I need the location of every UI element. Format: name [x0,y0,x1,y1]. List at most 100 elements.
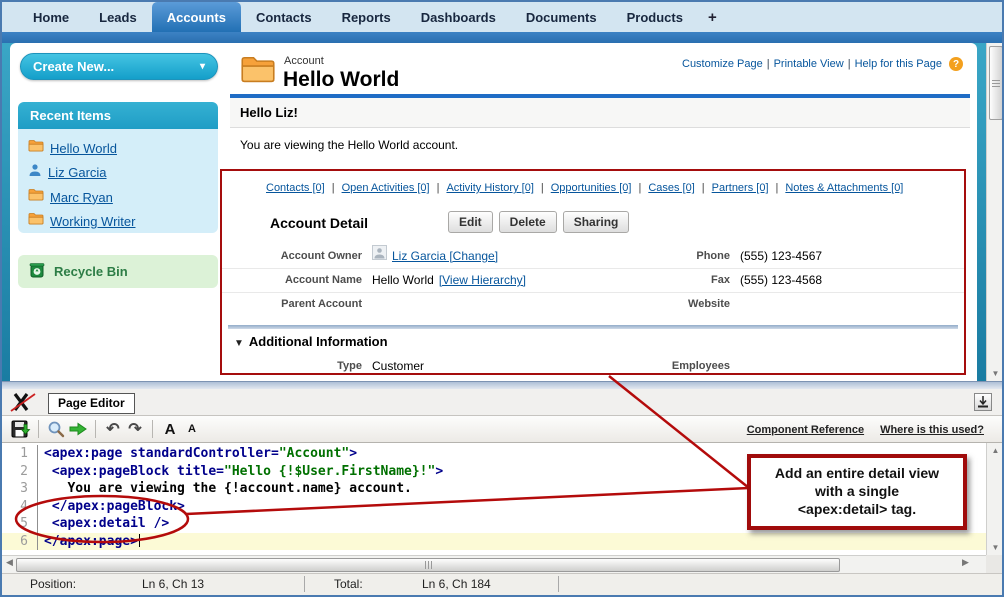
code-text: </apex:page> [38,533,140,551]
field-label: Type [232,355,362,378]
code-text: You are viewing the {!account.name} acco… [38,480,412,498]
font-decrease-icon-glyph: A [188,423,196,435]
status-position-label: Position: [30,577,76,591]
code-segment: </apex:pageBlock> [44,499,185,514]
scroll-down-icon[interactable]: ▼ [987,543,1004,552]
download-arrow-icon [976,395,990,409]
code-segment: <apex:detail /> [44,516,169,531]
recent-item[interactable]: Hello World [18,136,218,160]
field-label: Website [620,293,730,316]
detail-row: Account NameHello World [View Hierarchy]… [222,269,964,293]
line-number: 3 [2,480,38,498]
tab-page-editor[interactable]: Page Editor [48,393,135,414]
code-text: <apex:pageBlock title="Hello {!$User.Fir… [38,463,443,481]
redo-icon[interactable]: ↷ [124,418,146,440]
tab-leads[interactable]: Leads [84,2,152,32]
font-increase-icon-glyph: A [165,421,176,438]
page-scrollbar[interactable]: ▼ [986,43,1004,381]
collapse-editor-button[interactable] [974,393,992,411]
create-new-button[interactable]: Create New... ▾ [20,53,218,80]
additional-information-title: Additional Information [249,334,388,349]
annotation-callout: Add an entire detail view with a single … [747,454,967,530]
editor-toolbar: ↶↷ AA Component Reference Where is this us… [2,416,1002,443]
additional-information-toggle[interactable]: ▼Additional Information [234,334,388,349]
line-number: 2 [2,463,38,481]
recycle-bin-button[interactable]: Recycle Bin [18,255,218,288]
separator: | [767,58,770,70]
scroll-down-icon[interactable]: ▼ [987,369,1004,378]
related-list-link[interactable]: Cases [0] [648,182,694,194]
editor-vertical-scrollbar[interactable]: ▲ ▼ [986,443,1004,555]
separator: | [702,182,705,194]
tab-documents[interactable]: Documents [511,2,612,32]
field-value [740,355,964,378]
font-increase-icon[interactable]: A [159,418,181,440]
field-link[interactable]: [View Hierarchy] [439,269,526,292]
editor-splitter[interactable] [2,381,1002,389]
go-icon[interactable] [67,418,89,440]
font-decrease-icon[interactable]: A [181,418,203,440]
tab-reports[interactable]: Reports [327,2,406,32]
related-list-link[interactable]: Partners [0] [712,182,769,194]
edit-button[interactable]: Edit [448,211,493,233]
save-icon[interactable] [10,418,32,440]
page-scrollbar-thumb[interactable] [989,46,1003,120]
scroll-left-icon[interactable]: ◀ [6,557,13,568]
header-link[interactable]: Printable View [774,58,844,70]
code-text: <apex:detail /> [38,515,169,533]
delete-button[interactable]: Delete [499,211,557,233]
related-list-links: Contacts [0] | Open Activities [0] | Activit… [266,182,903,194]
tab-dashboards[interactable]: Dashboards [406,2,511,32]
editor-toolbar-links: Component Reference Where is this used? [747,416,984,443]
tab-accounts[interactable]: Accounts [152,2,241,32]
detail-buttons: Edit Delete Sharing [448,211,629,233]
status-total-value: Ln 6, Ch 184 [422,577,491,591]
add-tab-button[interactable]: + [698,2,727,32]
code-segment: > [349,446,357,461]
field-label: Phone [620,245,730,268]
app-window: HomeLeadsAccountsContactsReportsDashboar… [0,0,1004,597]
recycle-bin-icon [28,261,46,282]
field-value [740,293,964,316]
toolbar-separator [95,420,96,438]
editor-horizontal-scrollbar[interactable]: ◀ ▶ [2,555,986,573]
additional-field-rows: TypeCustomerEmployees [222,355,964,378]
recent-item[interactable]: Marc Ryan [18,185,218,209]
detail-row: TypeCustomerEmployees [222,355,964,378]
related-list-link[interactable]: Notes & Attachments [0] [785,182,903,194]
related-list-link[interactable]: Contacts [0] [266,182,325,194]
tab-home[interactable]: Home [18,2,84,32]
brand-bar [2,32,1002,43]
header-link[interactable]: Customize Page [682,58,763,70]
status-position-value: Ln 6, Ch 13 [142,577,204,591]
scroll-right-icon[interactable]: ▶ [962,557,969,568]
header-link[interactable]: Help for this Page [855,58,942,70]
find-icon[interactable] [45,418,67,440]
recent-item-link: Liz Garcia [48,165,107,180]
detail-row: Parent AccountWebsite [222,293,964,316]
separator: | [638,182,641,194]
related-list-link[interactable]: Opportunities [0] [551,182,632,194]
help-icon[interactable]: ? [949,57,963,71]
editor-hscroll-thumb[interactable] [16,558,840,572]
editor-header: Page Editor [2,389,1002,416]
recent-item[interactable]: Working Writer [18,209,218,233]
field-value: Hello World [View Hierarchy] [372,269,610,292]
code-line-6[interactable]: 6</apex:page> [2,533,986,551]
editor-status-bar: Position: Ln 6, Ch 13 Total: Ln 6, Ch 18… [2,573,1002,595]
undo-icon[interactable]: ↶ [102,418,124,440]
sharing-button[interactable]: Sharing [563,211,630,233]
field-link[interactable]: Liz Garcia [Change] [392,245,498,268]
related-list-link[interactable]: Activity History [0] [446,182,533,194]
tab-products[interactable]: Products [612,2,698,32]
recent-item[interactable]: Liz Garcia [18,160,218,185]
toolbar-separator [38,420,39,438]
field-text: Hello World [372,269,434,292]
tab-contacts[interactable]: Contacts [241,2,327,32]
scroll-up-icon[interactable]: ▲ [987,446,1004,455]
toolbar-link[interactable]: Where is this used? [880,424,984,436]
related-list-link[interactable]: Open Activities [0] [342,182,430,194]
toolbar-link[interactable]: Component Reference [747,424,864,436]
folder-icon [28,188,44,206]
separator: | [332,182,335,194]
